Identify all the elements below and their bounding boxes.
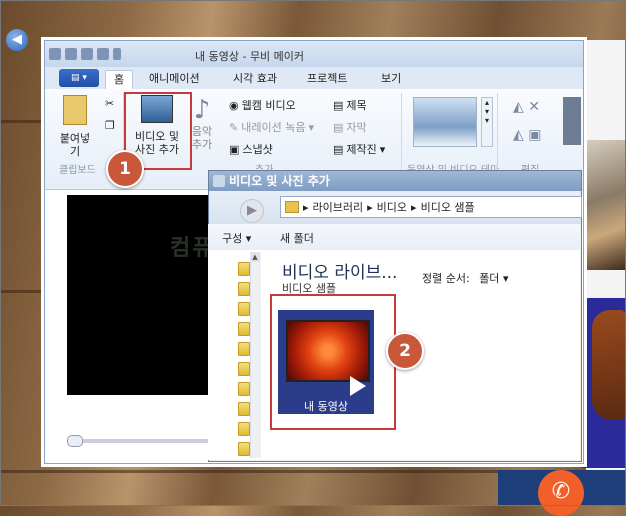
breadcrumb-separator-icon: ▸ <box>367 200 373 214</box>
cat-photo-card <box>582 140 626 270</box>
step-badge-1: 1 <box>106 150 144 188</box>
tab-animation[interactable]: 애니메이션 <box>149 70 200 88</box>
new-folder-button[interactable]: 새 폴더 <box>280 230 314 246</box>
undo-icon[interactable] <box>81 48 93 60</box>
dropdown-icon[interactable] <box>113 48 121 60</box>
tab-view[interactable]: 보기 <box>381 70 401 88</box>
scroll-up-icon[interactable]: ▲ <box>250 252 260 262</box>
folder-icon[interactable] <box>238 382 250 396</box>
caption-button[interactable]: ▤ 자막 <box>333 119 367 135</box>
file-menu-button[interactable]: ▤ ▾ <box>59 69 99 87</box>
step-badge-2: 2 <box>386 332 424 370</box>
folder-icon[interactable] <box>238 362 250 376</box>
folder-icon[interactable] <box>238 262 250 276</box>
breadcrumb-video[interactable]: 비디오 <box>377 199 407 215</box>
dialog-title-bar: 비디오 및 사진 추가 <box>209 171 581 191</box>
credits-icon: ▤ <box>333 142 344 156</box>
folder-icon[interactable] <box>238 342 250 356</box>
narration-label: 내레이션 녹음 <box>241 121 306 134</box>
snapshot-button[interactable]: ▣ 스냅샷 <box>229 141 273 157</box>
tab-project[interactable]: 프로젝트 <box>307 70 347 88</box>
webcam-video-button[interactable]: ◉ 웹캠 비디오 <box>229 97 296 113</box>
dialog-app-icon <box>213 175 225 187</box>
paste-label: 붙여넣기 <box>59 132 91 158</box>
title-button-label: 제목 <box>346 99 367 112</box>
paste-button[interactable]: 붙여넣기 <box>55 95 95 158</box>
dialog-title: 비디오 및 사진 추가 <box>229 174 330 188</box>
breadcrumb-video-samples[interactable]: 비디오 샘플 <box>421 199 475 215</box>
folder-icon[interactable] <box>238 402 250 416</box>
snapshot-label: 스냅샷 <box>242 143 273 156</box>
organize-button[interactable]: 구성 ▾ <box>222 230 251 246</box>
caption-button-label: 자막 <box>346 121 367 134</box>
back-arrow-icon[interactable]: ◀ <box>6 29 28 51</box>
camera-icon: ▣ <box>229 142 240 156</box>
save-icon[interactable] <box>65 48 77 60</box>
title-bar <box>45 41 583 67</box>
folder-icon[interactable] <box>238 322 250 336</box>
breadcrumb-separator-icon: ▸ <box>303 200 309 214</box>
separator <box>497 93 498 175</box>
cut-icon[interactable]: ✂ <box>105 97 114 110</box>
microphone-icon: ✎ <box>229 120 239 134</box>
webcam-icon: ◉ <box>229 98 239 112</box>
forward-arrow-icon[interactable]: ▶ <box>240 199 264 223</box>
folder-icon[interactable] <box>238 422 250 436</box>
folder-icon[interactable] <box>238 302 250 316</box>
credits-button-label: 제작진 <box>346 143 377 156</box>
redo-icon[interactable] <box>97 48 109 60</box>
theme-thumbnail[interactable] <box>413 97 477 147</box>
title-button[interactable]: ▤ 제목 <box>333 97 367 113</box>
chevron-down-icon: ▾ <box>502 272 509 285</box>
chevron-down-icon: ▾ <box>308 120 314 134</box>
tab-visual-effects[interactable]: 시각 효과 <box>233 70 277 88</box>
breadcrumb-library[interactable]: 라이브러리 <box>313 199 364 215</box>
breadcrumb-separator-icon: ▸ <box>411 200 417 214</box>
organize-label: 구성 <box>222 232 243 245</box>
narration-button[interactable]: ✎ 내레이션 녹음 ▾ <box>229 119 314 135</box>
dialog-toolbar <box>208 224 580 251</box>
credits-button[interactable]: ▤ 제작진 ▾ <box>333 141 385 157</box>
folder-icon <box>285 201 299 213</box>
address-breadcrumb[interactable]: ▸ 라이브러리 ▸ 비디오 ▸ 비디오 샘플 <box>280 196 582 218</box>
share-thumbnail[interactable] <box>563 97 581 145</box>
tab-home[interactable]: 홈 <box>105 70 134 91</box>
video-preview <box>67 195 217 395</box>
app-icon <box>49 48 61 60</box>
copy-icon[interactable]: ❐ <box>105 119 115 132</box>
clipboard-group-label: 클립보드 <box>59 165 96 176</box>
horse-image <box>592 310 626 420</box>
separator <box>401 93 402 175</box>
phone-icon[interactable]: ✆ <box>538 470 584 516</box>
chevron-down-icon: ▾ <box>245 232 252 245</box>
sort-order[interactable]: 정렬 순서: 폴더 ▾ <box>422 270 508 286</box>
rotate-icon[interactable]: ◭ ✕ <box>513 99 540 115</box>
clipboard-icon <box>63 95 87 125</box>
chevron-down-icon: ▾ <box>379 142 386 156</box>
seek-slider[interactable] <box>67 439 217 443</box>
window-title: 내 동영상 - 무비 메이커 <box>195 50 305 63</box>
webcam-video-label: 웹캠 비디오 <box>241 99 296 112</box>
highlight-video-file <box>270 294 396 430</box>
select-all-icon[interactable]: ◭ ▣ <box>513 127 541 143</box>
folder-icon[interactable] <box>238 282 250 296</box>
caption-icon: ▤ <box>333 120 344 134</box>
nav-scrollbar[interactable] <box>250 252 261 458</box>
title-icon: ▤ <box>333 98 344 112</box>
seek-slider-knob[interactable] <box>67 435 83 447</box>
quick-access-toolbar <box>49 47 121 61</box>
folder-icon[interactable] <box>238 442 250 456</box>
sort-label: 정렬 순서: <box>422 272 470 285</box>
theme-scroll-up-icon[interactable]: ▴ ▾ ▾ <box>481 97 493 147</box>
sort-value: 폴더 <box>479 272 500 285</box>
